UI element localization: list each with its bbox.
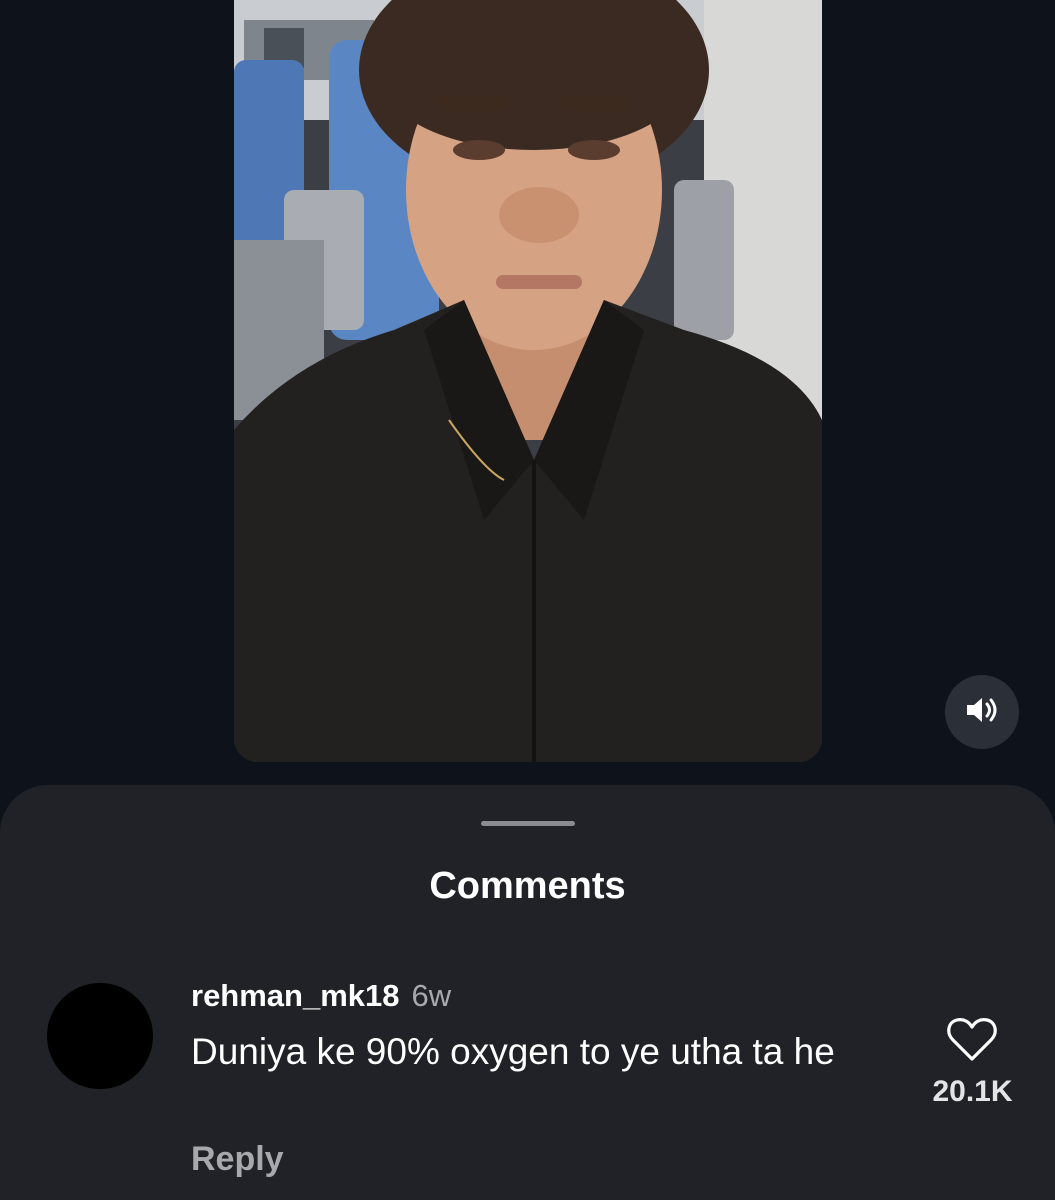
comment-item: rehman_mk18 6w Duniya ke 90% oxygen to ye… <box>0 975 1055 1200</box>
avatar[interactable] <box>47 983 153 1089</box>
like-button[interactable] <box>946 1017 998 1063</box>
video-player[interactable] <box>234 0 822 762</box>
comments-sheet: Comments rehman_mk18 6w Duniya ke 90% oxy… <box>0 785 1055 1200</box>
like-count: 20.1K <box>932 1075 1013 1108</box>
comments-title: Comments <box>429 865 626 907</box>
speaker-volume-icon <box>965 695 999 730</box>
drag-handle[interactable] <box>481 821 575 826</box>
reply-button[interactable]: Reply <box>191 1140 284 1179</box>
video-frame <box>234 0 822 762</box>
heart-outline-icon <box>946 1018 998 1067</box>
sound-toggle-button[interactable] <box>945 675 1019 749</box>
comment-age: 6w <box>411 978 452 1013</box>
screen: Comments rehman_mk18 6w Duniya ke 90% oxy… <box>0 0 1055 1200</box>
comment-username[interactable]: rehman_mk18 <box>191 978 400 1013</box>
comment-text: Duniya ke 90% oxygen to ye utha ta he <box>191 1031 835 1072</box>
comment-header: rehman_mk18 6w <box>191 978 451 1014</box>
